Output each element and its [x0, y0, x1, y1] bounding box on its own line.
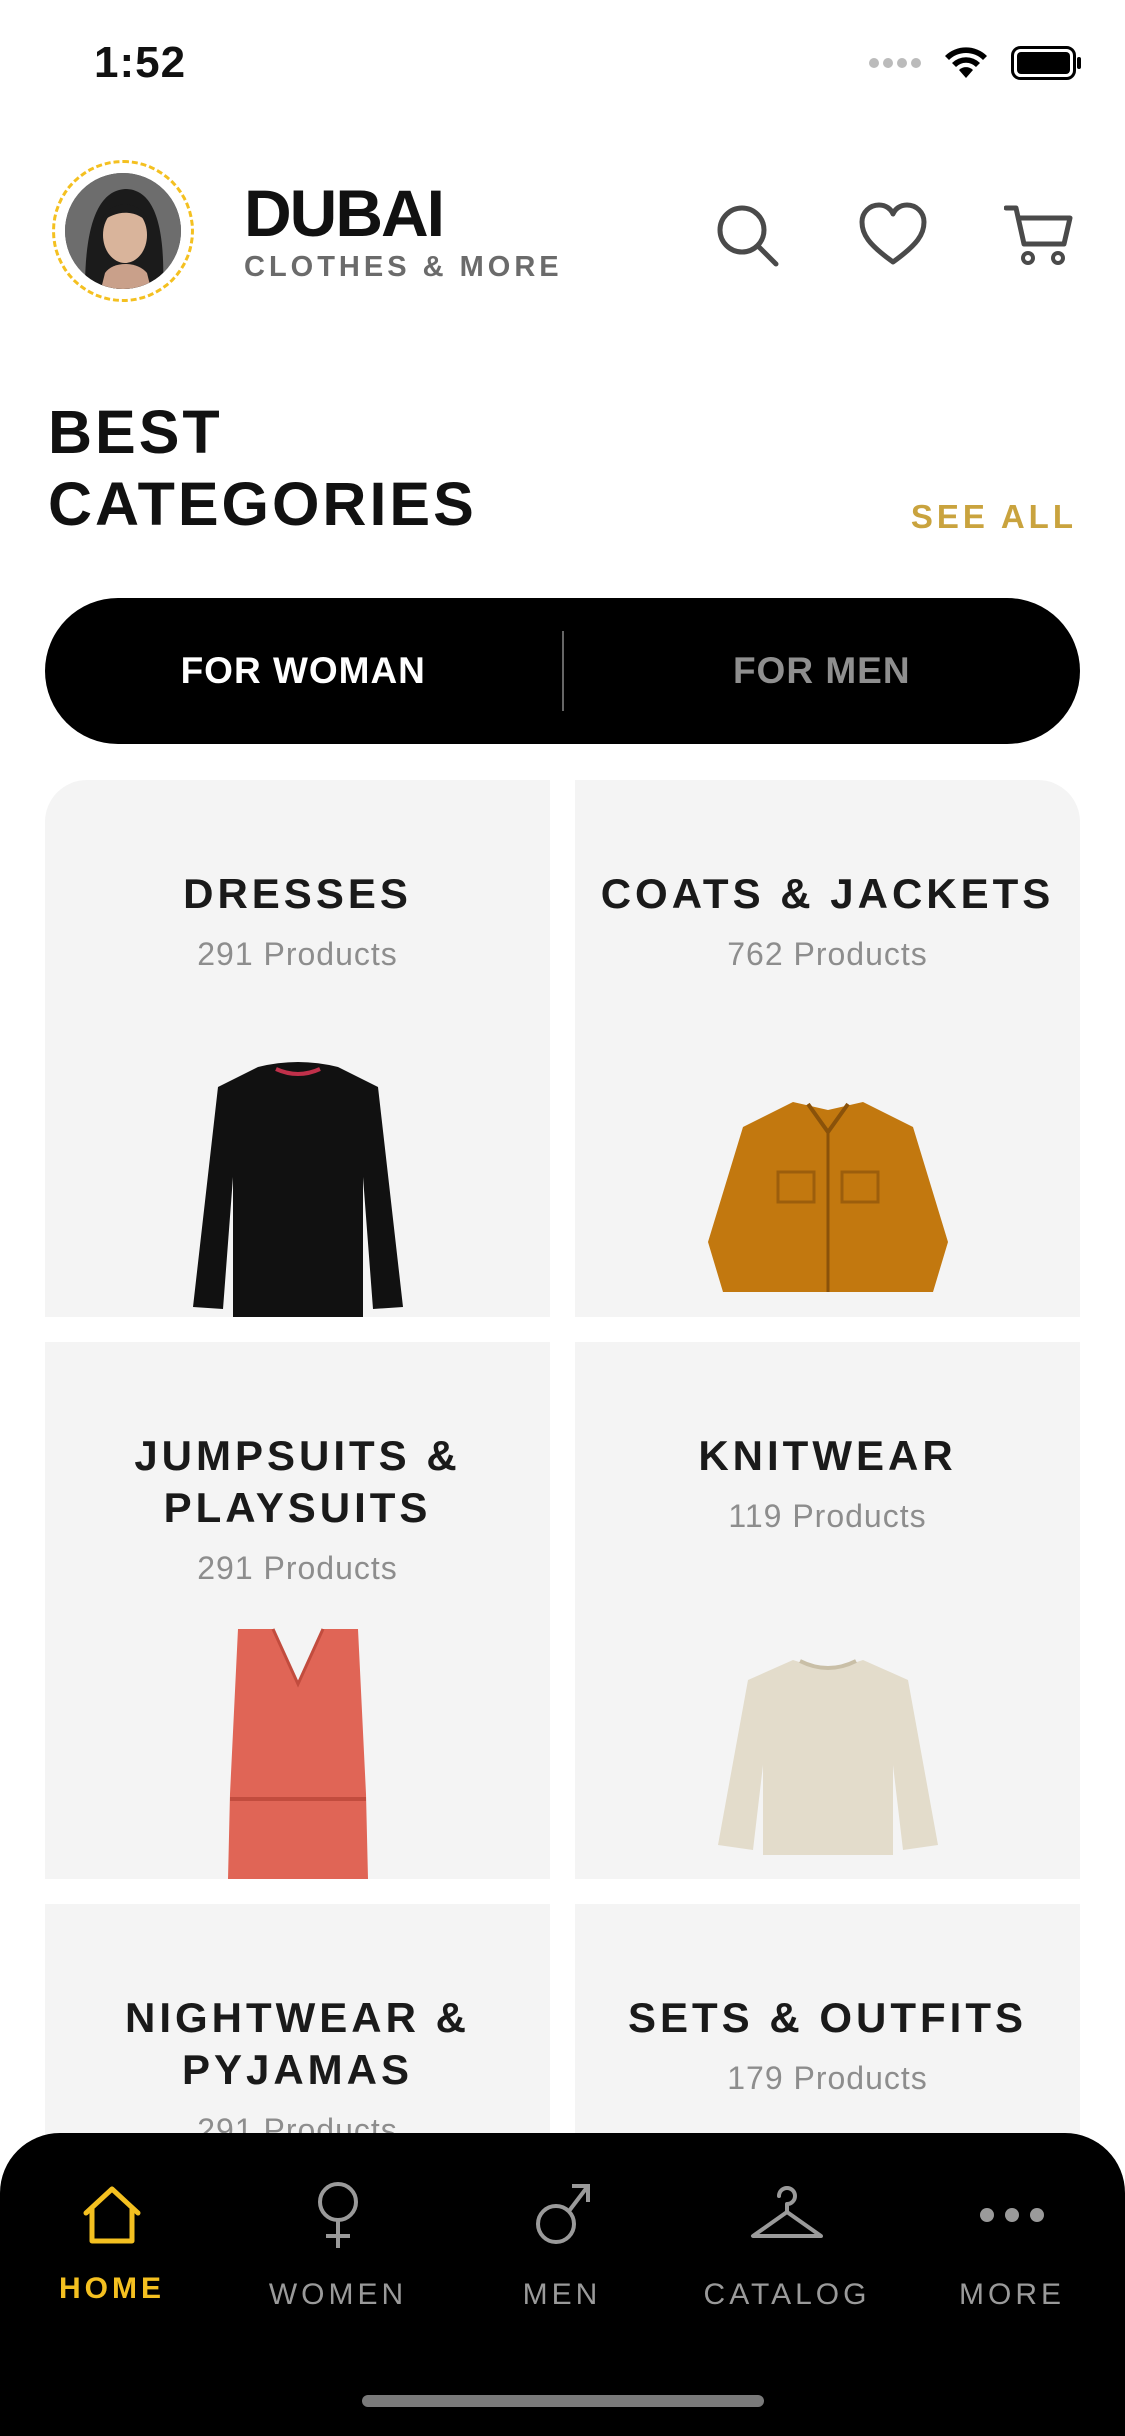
category-count: 179 Products [727, 2060, 928, 2096]
category-card-sets[interactable]: SETS & OUTFITS 179 Products [575, 1904, 1080, 2164]
jumpsuit-image [45, 1624, 550, 1879]
category-count: 291 Products [197, 1550, 398, 1586]
tab-label: CATALOG [703, 2278, 871, 2311]
dress-image [45, 1057, 550, 1317]
category-name-line1: JUMPSUITS & [134, 1432, 461, 1479]
category-name: DRESSES [183, 870, 412, 917]
gender-toggle: FOR WOMAN FOR MEN [45, 598, 1080, 744]
home-indicator [362, 2395, 764, 2407]
category-card-knitwear[interactable]: KNITWEAR 119 Products [575, 1342, 1080, 1879]
search-icon[interactable] [712, 200, 782, 270]
tab-women[interactable]: WOMEN [248, 2170, 428, 2312]
category-name-line2: PYJAMAS [181, 2046, 414, 2093]
section-title: BEST CATEGORIES [48, 396, 477, 540]
female-icon [318, 2182, 358, 2248]
tab-catalog[interactable]: CATALOG [697, 2170, 877, 2312]
tab-home[interactable]: HOME [22, 2170, 202, 2306]
category-name: NIGHTWEAR & PYJAMAS [45, 1992, 550, 2096]
status-time: 1:52 [94, 38, 187, 87]
category-card-dresses[interactable]: DRESSES 291 Products [45, 780, 550, 1317]
home-icon [83, 2186, 141, 2244]
toggle-for-men[interactable]: FOR MEN [564, 650, 1081, 692]
jacket-image [575, 1092, 1080, 1292]
heart-icon[interactable] [858, 200, 928, 270]
category-name: SETS & OUTFITS [627, 1994, 1027, 2041]
tab-label: WOMEN [268, 2278, 408, 2311]
brand: DUBAI CLOTHES & MORE [244, 176, 563, 284]
category-count: 762 Products [727, 936, 928, 972]
category-count: 119 Products [728, 1498, 927, 1534]
category-name-line2: PLAYSUITS [163, 1484, 432, 1531]
section-title-line2: CATEGORIES [48, 470, 477, 538]
battery-icon [1011, 46, 1081, 80]
category-name: COATS & JACKETS [600, 870, 1055, 917]
tab-men[interactable]: MEN [472, 2170, 652, 2312]
category-name: KNITWEAR [698, 1432, 957, 1479]
category-count: 291 Products [197, 936, 398, 972]
cellular-icon [869, 58, 921, 68]
tab-label: MEN [522, 2278, 602, 2311]
cart-icon[interactable] [1004, 200, 1074, 270]
sweater-image [575, 1655, 1080, 1855]
toggle-for-woman[interactable]: FOR WOMAN [45, 650, 562, 692]
section-title-line1: BEST [48, 398, 223, 466]
tab-label: MORE [959, 2278, 1065, 2311]
brand-subtitle: CLOTHES & MORE [244, 251, 563, 283]
wifi-icon [945, 47, 987, 78]
male-icon [536, 2184, 590, 2244]
status-icons [869, 46, 1083, 80]
category-card-jumpsuits[interactable]: JUMPSUITS & PLAYSUITS 291 Products [45, 1342, 550, 1879]
brand-logo: DUBAI [244, 176, 445, 250]
category-name: JUMPSUITS & PLAYSUITS [45, 1430, 550, 1534]
tab-more[interactable]: MORE [922, 2170, 1102, 2312]
tab-label: HOME [59, 2272, 165, 2305]
avatar[interactable] [52, 160, 194, 302]
hanger-icon [751, 2186, 823, 2238]
more-icon [980, 2208, 1044, 2222]
category-card-coats[interactable]: COATS & JACKETS 762 Products [575, 780, 1080, 1317]
avatar-photo [65, 173, 181, 289]
see-all-link[interactable]: SEE ALL [911, 498, 1077, 536]
category-card-nightwear[interactable]: NIGHTWEAR & PYJAMAS 291 Products [45, 1904, 550, 2164]
category-name-line1: NIGHTWEAR & [125, 1994, 470, 2041]
